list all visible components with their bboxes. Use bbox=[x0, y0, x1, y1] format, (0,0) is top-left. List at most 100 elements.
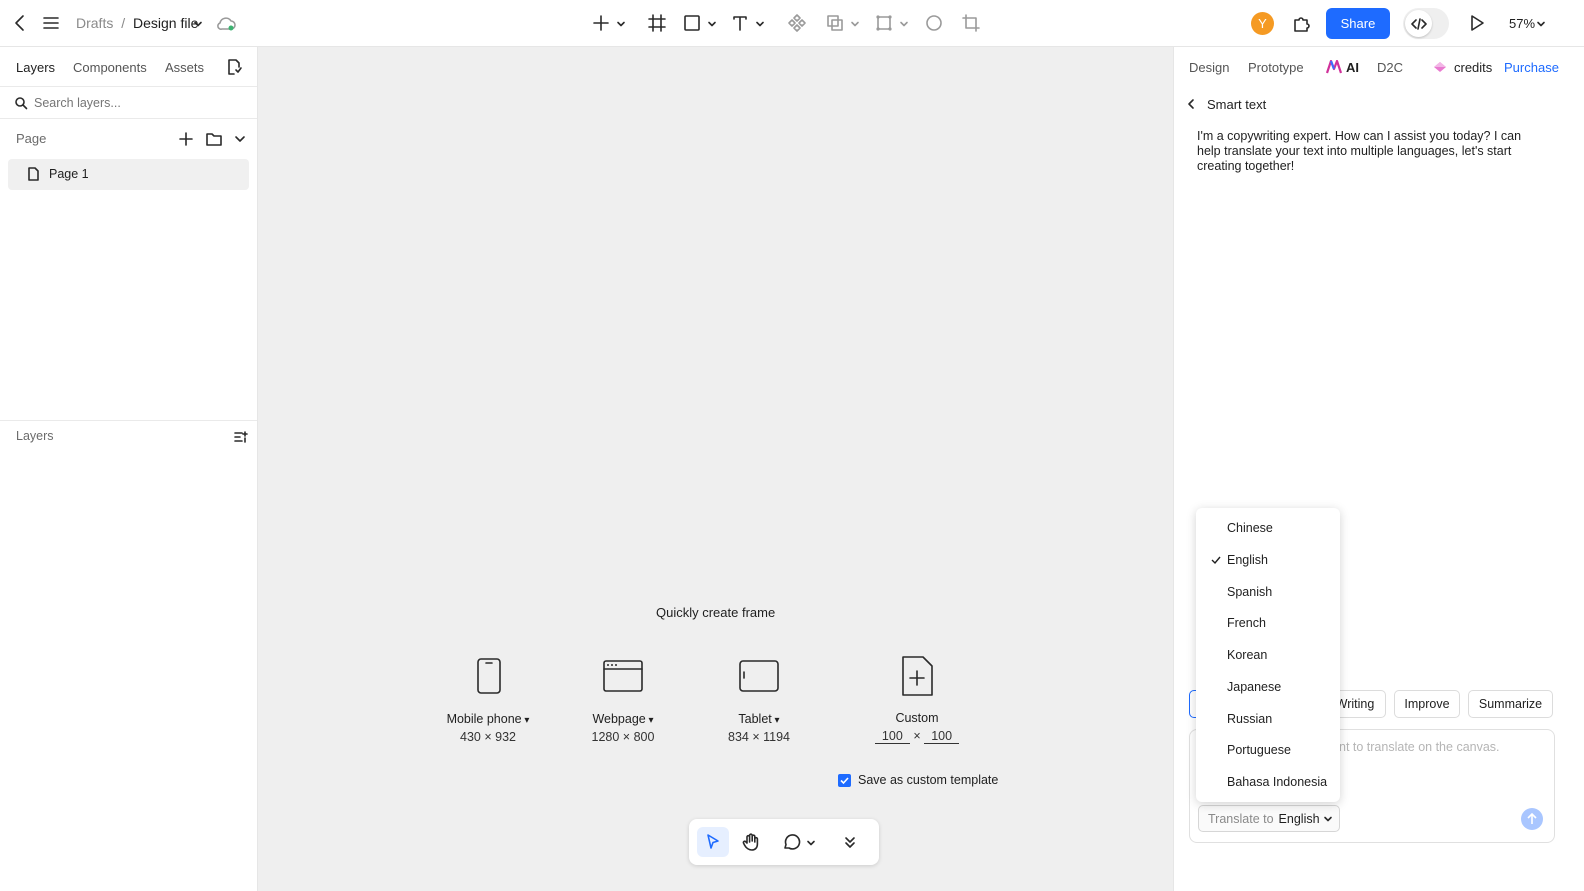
breadcrumb-drafts[interactable]: Drafts bbox=[76, 15, 113, 31]
chevron-down-icon[interactable] bbox=[233, 132, 247, 146]
component-icon[interactable] bbox=[787, 13, 807, 33]
breadcrumb: Drafts / Design file bbox=[76, 15, 198, 31]
page-list-item[interactable]: Page 1 bbox=[8, 159, 249, 190]
chip-improve[interactable]: Improve bbox=[1394, 690, 1460, 718]
menu-icon[interactable] bbox=[41, 13, 61, 33]
folder-icon[interactable] bbox=[205, 130, 223, 148]
plus-insert-icon[interactable] bbox=[591, 13, 611, 33]
frame-dims: 834 × 1194 bbox=[728, 730, 790, 744]
save-template-checkbox[interactable] bbox=[838, 774, 851, 787]
language-option-french[interactable]: French bbox=[1196, 608, 1340, 638]
tab-ai[interactable]: AI bbox=[1346, 60, 1359, 75]
boolean-icon[interactable] bbox=[825, 13, 845, 33]
page-item-label: Page 1 bbox=[49, 167, 89, 181]
rectangle-tool-icon[interactable] bbox=[682, 13, 702, 33]
frame-label: Custom bbox=[895, 711, 939, 725]
language-option-english[interactable]: English bbox=[1196, 545, 1340, 575]
mobile-phone-icon[interactable] bbox=[476, 657, 502, 695]
hand-icon[interactable] bbox=[741, 832, 761, 852]
page-icon bbox=[26, 167, 40, 181]
webpage-icon[interactable] bbox=[602, 659, 644, 693]
back-chevron-icon[interactable] bbox=[1184, 97, 1198, 111]
language-option-korean[interactable]: Korean bbox=[1196, 640, 1340, 670]
code-icon[interactable] bbox=[1405, 10, 1432, 37]
custom-dims: 100 × 100 bbox=[867, 729, 967, 744]
mask-icon[interactable] bbox=[874, 13, 894, 33]
chip-summarize[interactable]: Summarize bbox=[1468, 690, 1553, 718]
avatar[interactable]: Y bbox=[1251, 12, 1274, 35]
frame-dims: 1280 × 800 bbox=[591, 730, 655, 744]
translate-value: English bbox=[1278, 811, 1320, 826]
search-input[interactable] bbox=[34, 93, 244, 113]
plugin-icon[interactable] bbox=[1291, 13, 1312, 34]
frame-label: Mobile phone bbox=[446, 712, 522, 726]
ellipse-icon[interactable] bbox=[924, 13, 944, 33]
frame-option-custom[interactable]: Custom 100 × 100 bbox=[867, 711, 967, 744]
chevron-down-icon[interactable] bbox=[192, 18, 204, 30]
crop-icon[interactable] bbox=[961, 13, 981, 33]
chevron-down-icon[interactable] bbox=[706, 18, 718, 30]
frame-option-mobile[interactable]: Mobile phone ▾ 430 × 932 bbox=[438, 712, 538, 744]
option-label: English bbox=[1227, 553, 1268, 567]
tab-prototype[interactable]: Prototype bbox=[1248, 60, 1304, 75]
custom-height-input[interactable]: 100 bbox=[924, 729, 960, 744]
language-option-portuguese[interactable]: Portuguese bbox=[1196, 735, 1340, 765]
purchase-link[interactable]: Purchase bbox=[1504, 60, 1559, 75]
file-name[interactable]: Design file bbox=[133, 15, 198, 31]
language-option-spanish[interactable]: Spanish bbox=[1196, 577, 1340, 607]
back-arrow-icon[interactable] bbox=[10, 13, 30, 33]
translate-language-select[interactable]: Translate to English bbox=[1198, 805, 1340, 832]
left-panel: Layers Components Assets Page Page 1 Lay… bbox=[0, 47, 258, 891]
add-page-icon[interactable] bbox=[177, 130, 195, 148]
language-option-bahasa-indonesia[interactable]: Bahasa Indonesia bbox=[1196, 767, 1340, 797]
language-dropdown: Chinese English Spanish French Korean Ja… bbox=[1196, 508, 1340, 802]
tab-design[interactable]: Design bbox=[1189, 60, 1229, 75]
chevron-down-icon[interactable] bbox=[615, 18, 627, 30]
tab-layers[interactable]: Layers bbox=[16, 60, 55, 75]
ai-message: I'm a copywriting expert. How can I assi… bbox=[1197, 129, 1522, 173]
layer-search bbox=[0, 86, 257, 119]
frame-option-webpage[interactable]: Webpage ▾ 1280 × 800 bbox=[573, 712, 673, 744]
chevron-down-icon bbox=[1323, 814, 1333, 824]
chevron-down-icon[interactable] bbox=[898, 18, 910, 30]
credits-label: credits bbox=[1454, 60, 1493, 75]
custom-frame-icon[interactable] bbox=[900, 655, 934, 697]
zoom-level[interactable]: 57% bbox=[1509, 16, 1535, 31]
chevron-down-icon[interactable] bbox=[849, 18, 861, 30]
custom-width-input[interactable]: 100 bbox=[874, 729, 910, 744]
comment-icon[interactable] bbox=[781, 832, 801, 852]
cursor-icon bbox=[704, 833, 722, 851]
option-label: Portuguese bbox=[1227, 743, 1291, 757]
tab-components[interactable]: Components bbox=[73, 60, 147, 75]
frame-option-tablet[interactable]: Tablet ▾ 834 × 1194 bbox=[709, 712, 809, 744]
times-sign: × bbox=[913, 729, 921, 743]
chevron-down-icon[interactable] bbox=[1535, 18, 1547, 30]
option-label: French bbox=[1227, 616, 1266, 630]
text-tool-icon[interactable] bbox=[730, 13, 750, 33]
chevron-down-icon[interactable] bbox=[805, 837, 817, 849]
save-template-label[interactable]: Save as custom template bbox=[858, 773, 998, 787]
play-icon[interactable] bbox=[1466, 13, 1486, 33]
select-tool-button[interactable] bbox=[697, 827, 729, 857]
canvas[interactable]: Quickly create frame Mobile phone ▾ 430 … bbox=[258, 47, 1173, 891]
send-button[interactable] bbox=[1521, 808, 1543, 830]
share-button[interactable]: Share bbox=[1326, 8, 1390, 39]
library-icon[interactable] bbox=[225, 58, 243, 76]
frame-tool-icon[interactable] bbox=[647, 13, 667, 33]
language-option-japanese[interactable]: Japanese bbox=[1196, 672, 1340, 702]
layers-heading: Layers bbox=[16, 429, 54, 443]
translate-label: Translate to bbox=[1208, 811, 1274, 826]
frame-dims: 430 × 932 bbox=[460, 730, 516, 744]
language-option-chinese[interactable]: Chinese bbox=[1196, 513, 1340, 543]
filter-settings-icon[interactable] bbox=[233, 429, 249, 445]
expand-toolbar-icon[interactable] bbox=[842, 833, 858, 851]
cloud-sync-icon bbox=[216, 14, 237, 33]
tablet-icon[interactable] bbox=[738, 659, 780, 693]
language-option-russian[interactable]: Russian bbox=[1196, 704, 1340, 734]
option-label: Russian bbox=[1227, 712, 1273, 726]
tab-assets[interactable]: Assets bbox=[165, 60, 204, 75]
tab-d2c[interactable]: D2C bbox=[1377, 60, 1403, 75]
chevron-down-icon[interactable] bbox=[754, 18, 766, 30]
check-icon bbox=[1211, 555, 1221, 565]
credits-gem-icon bbox=[1432, 60, 1448, 74]
